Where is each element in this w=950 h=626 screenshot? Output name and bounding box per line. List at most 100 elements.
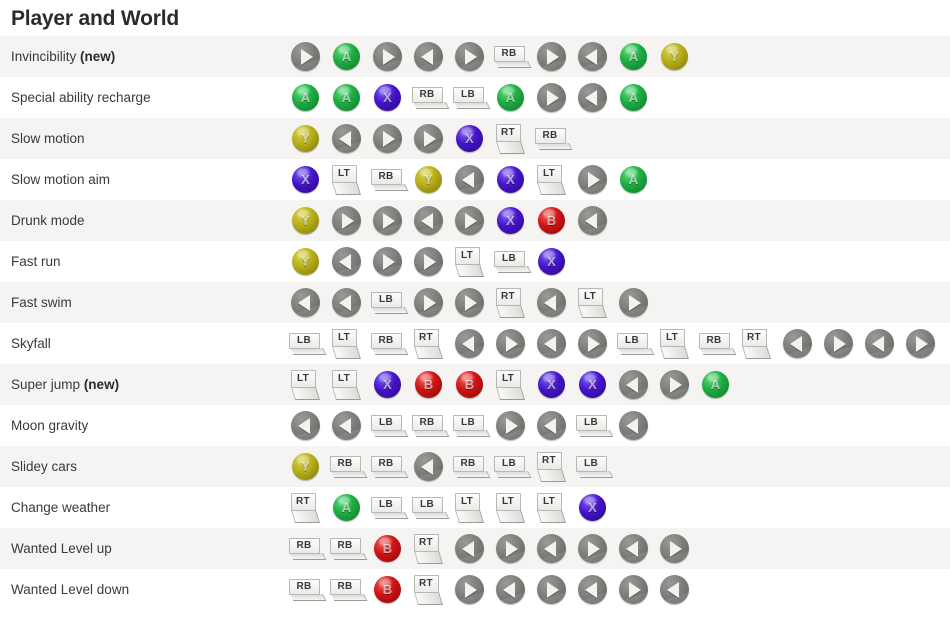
combo-button-slot xyxy=(572,528,613,569)
dpad-right-icon xyxy=(373,42,402,71)
combo-button-slot: X xyxy=(490,200,531,241)
button-glyph: X xyxy=(588,500,597,515)
combo-button-slot: RT xyxy=(285,487,326,528)
button-glyph: A xyxy=(341,90,352,105)
lt-button-icon: LT xyxy=(659,328,690,359)
table-row[interactable]: Wanted Level down RB RB B RT xyxy=(0,569,950,610)
dpad-arrow xyxy=(670,376,682,393)
dpad-left-icon xyxy=(578,575,607,604)
dpad-right-icon xyxy=(578,165,607,194)
dpad-arrow xyxy=(872,335,884,352)
button-cap: LT xyxy=(331,328,357,347)
dpad-left-icon xyxy=(455,329,484,358)
button-combo: X LT RB Y X LT A xyxy=(285,159,950,200)
table-row[interactable]: Wanted Level up RB RB B RT xyxy=(0,528,950,569)
combo-button-slot xyxy=(613,405,654,446)
combo-button-slot xyxy=(326,118,367,159)
dpad-arrow xyxy=(342,212,354,229)
table-row[interactable]: Slow motion aim X LT RB Y X LT A xyxy=(0,159,950,200)
button-glyph: X xyxy=(588,377,597,392)
button-label: RT xyxy=(296,495,310,507)
dpad-arrow xyxy=(424,253,436,270)
combo-button-slot xyxy=(367,36,408,77)
combo-button-slot xyxy=(572,159,613,200)
button-cap: RB xyxy=(329,455,361,472)
combo-button-slot xyxy=(654,569,695,610)
button-combo: YXB xyxy=(285,200,950,241)
table-row[interactable]: Fast swim LB RT LT xyxy=(0,282,950,323)
dpad-arrow xyxy=(834,335,846,352)
dpad-left-icon xyxy=(537,411,566,440)
cheat-codes-page: Player and World Invincibility (new) A RB A… xyxy=(0,0,950,626)
combo-button-slot: LB xyxy=(572,405,613,446)
button-skirt xyxy=(290,386,320,400)
dpad-left-icon xyxy=(291,288,320,317)
button-skirt xyxy=(371,306,408,314)
cheat-name-cell: Skyfall xyxy=(0,323,285,364)
dpad-arrow xyxy=(298,294,310,311)
button-skirt xyxy=(413,345,443,359)
button-cap: RT xyxy=(413,328,439,347)
dpad-arrow xyxy=(383,130,395,147)
button-combo: A RB A Y xyxy=(285,36,950,77)
table-row[interactable]: Invincibility (new) A RB A Y xyxy=(0,36,950,77)
button-label: RB xyxy=(337,457,353,469)
lt-button-icon: LT xyxy=(536,164,567,195)
table-row[interactable]: Slidey cars Y RB RB RB LB RT LB xyxy=(0,446,950,487)
button-glyph: Y xyxy=(301,131,310,146)
dpad-left-icon xyxy=(537,534,566,563)
dpad-right-icon xyxy=(455,288,484,317)
lb-button-icon: LB xyxy=(452,86,490,109)
dpad-right-icon xyxy=(578,534,607,563)
combo-button-slot: X xyxy=(449,118,490,159)
button-skirt xyxy=(331,345,361,359)
dpad-arrow xyxy=(503,581,515,598)
combo-button-slot: X xyxy=(572,487,613,528)
dpad-arrow xyxy=(585,212,597,229)
table-row[interactable]: Change weather RT A LB LB LT LT LT X xyxy=(0,487,950,528)
combo-button-slot xyxy=(777,323,818,364)
button-label: LT xyxy=(337,167,351,179)
rb-button-icon: RB xyxy=(452,455,490,478)
new-badge: (new) xyxy=(83,377,120,392)
lt-button-icon: LT xyxy=(577,287,608,318)
button-skirt xyxy=(536,468,566,482)
button-cap: RT xyxy=(413,574,439,593)
button-label: RB xyxy=(501,47,517,59)
cheat-name: Fast run xyxy=(11,254,61,269)
table-row[interactable]: Drunk mode Y X B xyxy=(0,200,950,241)
button-cap: LB xyxy=(575,455,607,472)
rb-button-icon: RB xyxy=(411,86,449,109)
button-glyph: Y xyxy=(670,49,679,64)
table-row[interactable]: Skyfall LB LT RB RT LB LT RB RT xyxy=(0,323,950,364)
button-glyph: A xyxy=(710,377,721,392)
table-row[interactable]: Moon gravity LB RB LB LB xyxy=(0,405,950,446)
lt-button-icon: LT xyxy=(454,492,485,523)
button-a-icon: A xyxy=(333,494,360,521)
button-b-icon: B xyxy=(456,371,483,398)
combo-button-slot: RB xyxy=(326,569,367,610)
dpad-arrow xyxy=(506,417,518,434)
combo-button-slot xyxy=(613,364,654,405)
button-skirt xyxy=(453,101,490,109)
button-combo: Y RB RB RB LB RT LB xyxy=(285,446,950,487)
button-skirt xyxy=(659,345,689,359)
dpad-left-icon xyxy=(332,411,361,440)
combo-button-slot: A xyxy=(695,364,736,405)
combo-button-slot xyxy=(367,200,408,241)
combo-button-slot: LB xyxy=(490,241,531,282)
table-row[interactable]: Super jump (new) LT LT X B B LT X X A xyxy=(0,364,950,405)
lb-button-icon: LB xyxy=(370,291,408,314)
button-label: RB xyxy=(542,129,558,141)
button-glyph: Y xyxy=(301,213,310,228)
table-row[interactable]: Special ability recharge A A X RB LB A A xyxy=(0,77,950,118)
button-skirt xyxy=(454,509,484,523)
button-cap: LT xyxy=(290,369,316,388)
button-label: RB xyxy=(419,416,435,428)
button-combo: RT A LB LB LT LT LT X xyxy=(285,487,950,528)
lb-button-icon: LB xyxy=(493,250,531,273)
button-label: LB xyxy=(625,334,639,346)
table-row[interactable]: Fast run Y LT LB X xyxy=(0,241,950,282)
table-row[interactable]: Slow motion Y X RT RB xyxy=(0,118,950,159)
button-skirt xyxy=(371,511,408,519)
